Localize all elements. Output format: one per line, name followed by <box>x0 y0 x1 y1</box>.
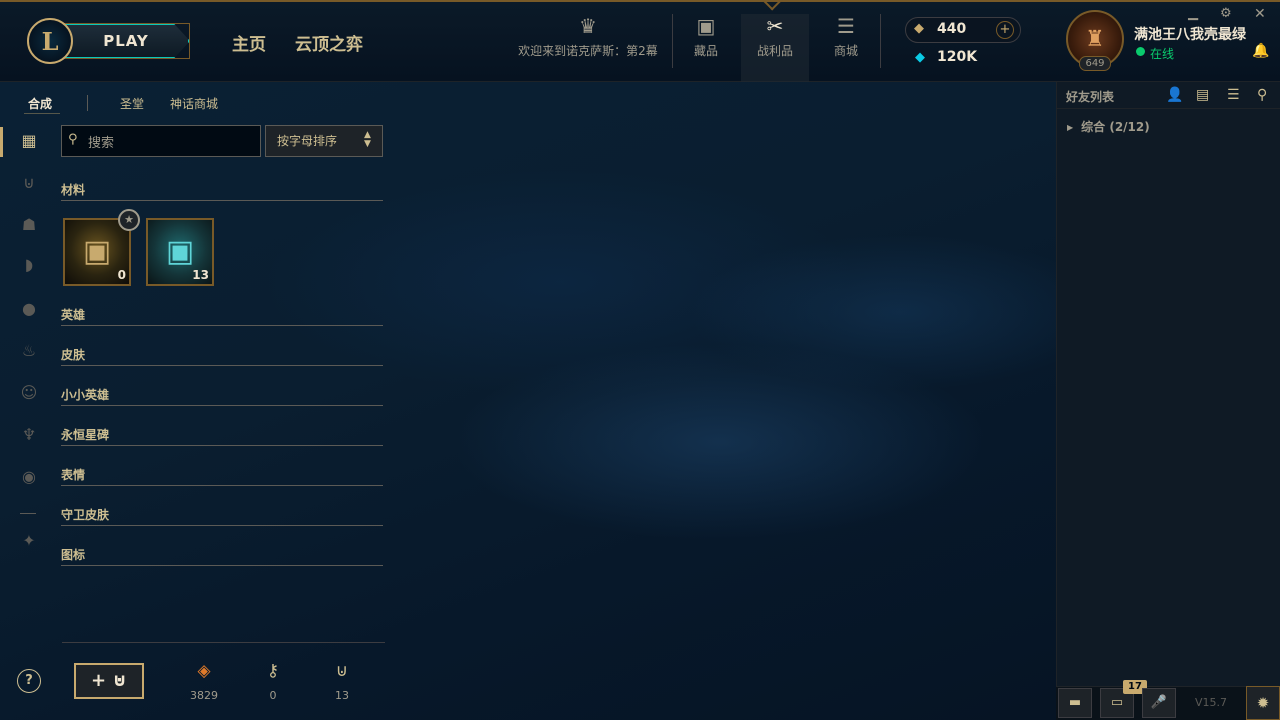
rail-divider <box>20 513 36 514</box>
top-divider <box>880 14 881 68</box>
chests-value: 13 <box>335 689 349 702</box>
section-little-legends[interactable]: 小小英雄 <box>61 386 383 406</box>
open-plus-label: + <box>91 670 107 691</box>
section-skins[interactable]: 皮肤 <box>61 346 383 366</box>
microphone-icon[interactable]: 🎤 <box>1142 688 1176 718</box>
orange-essence-icon: ◈ <box>197 661 211 681</box>
open-chest-button[interactable]: + ⊍ <box>74 663 144 699</box>
online-status-dot <box>1136 47 1145 56</box>
close-icon[interactable]: ✕ <box>1254 6 1266 22</box>
username[interactable]: 满池王八我壳最绿 <box>1134 24 1246 44</box>
notification-bell-icon[interactable]: 🔔 <box>1252 43 1269 59</box>
search-icon[interactable]: ⚲ <box>1257 87 1267 103</box>
blue-essence-icon: ◆ <box>915 50 925 65</box>
collection-bag-icon: ▣ <box>696 14 716 38</box>
status-text[interactable]: 在线 <box>1150 45 1174 62</box>
settings-gear-icon[interactable]: ⚙ <box>1220 6 1232 21</box>
footer-divider <box>62 642 385 643</box>
keys-value: 0 <box>269 689 277 702</box>
ward-skin-icon[interactable]: ♆ <box>16 422 42 448</box>
collection-tab[interactable]: ▣ 藏品 <box>686 14 726 59</box>
loot-tab[interactable]: ✂ 战利品 <box>741 14 809 82</box>
bug-report-icon[interactable]: ✹ <box>1246 686 1280 720</box>
eternals-flame-icon[interactable]: ♨ <box>16 338 42 364</box>
nav-home[interactable]: 主页 <box>232 30 266 55</box>
materials-chest-icon[interactable]: ⊍ <box>16 170 42 196</box>
top-divider <box>672 14 673 68</box>
buy-rp-button[interactable]: + <box>996 21 1014 39</box>
profile-icon-person-icon[interactable]: ◉ <box>16 464 42 490</box>
list-view-icon[interactable]: ☰ <box>1227 87 1240 103</box>
emote-face-icon[interactable]: ☺ <box>16 380 42 406</box>
section-emotes[interactable]: 表情 <box>61 466 383 486</box>
tab-sanctum[interactable]: 圣堂 <box>120 95 144 112</box>
chests-stat: ⊍ 13 <box>322 659 362 702</box>
blue-essence-value: 120K <box>937 49 978 65</box>
chat-icon[interactable]: ▬ <box>1058 688 1092 718</box>
add-folder-icon[interactable]: ▤ <box>1196 87 1209 103</box>
friends-panel <box>1056 82 1280 720</box>
collection-label: 藏品 <box>693 44 718 58</box>
store-coins-icon: ☰ <box>837 14 855 38</box>
tab-crafting[interactable]: 合成 <box>28 95 52 112</box>
store-tab[interactable]: ☰ 商城 <box>826 14 866 59</box>
masterwork-chest-icon: ▣ <box>165 234 195 269</box>
section-materials[interactable]: 材料 <box>61 181 383 201</box>
friends-header-divider <box>1056 108 1280 109</box>
summoner-level-badge: 649 <box>1079 56 1111 71</box>
expand-triangle-icon: ▶ <box>1067 123 1074 132</box>
play-label: PLAY <box>103 32 149 50</box>
friend-group-label: 综合 (2/12) <box>1081 120 1150 134</box>
league-logo-icon[interactable]: L <box>27 18 73 64</box>
orange-essence-value: 3829 <box>190 689 218 702</box>
loot-crafting-icon: ✂ <box>766 14 784 38</box>
sub-tab-divider <box>87 95 88 111</box>
section-champions[interactable]: 英雄 <box>61 306 383 326</box>
friends-title: 好友列表 <box>1066 90 1115 104</box>
friend-group-general[interactable]: ▶ 综合 (2/12) <box>1067 118 1150 135</box>
chest-icon: ⊍ <box>112 670 127 691</box>
skin-mask-icon[interactable]: ◗ <box>16 252 42 278</box>
favorite-star-icon[interactable]: ★ <box>118 209 140 231</box>
sort-label: 按字母排序 <box>277 134 338 148</box>
tab-mythic-shop[interactable]: 神话商城 <box>170 95 218 112</box>
search-icon: ⚲ <box>68 132 78 147</box>
riot-points-value: 440 <box>937 21 967 37</box>
search-placeholder: 搜索 <box>88 136 115 151</box>
event-label: 欢迎来到诺克萨斯：第2幕 <box>518 44 658 58</box>
loot-count: 0 <box>117 268 126 282</box>
orange-essence-stat: ◈ 3829 <box>184 659 224 702</box>
key-icon: ⚷ <box>266 661 280 681</box>
keys-stat: ⚷ 0 <box>253 659 293 702</box>
add-friend-icon[interactable]: 👤 <box>1166 87 1183 103</box>
section-icons[interactable]: 图标 <box>61 546 383 566</box>
all-categories-grid-icon[interactable]: ▦ <box>16 128 42 154</box>
section-eternals[interactable]: 永恒星碑 <box>61 426 383 446</box>
loot-label: 战利品 <box>756 44 793 58</box>
misc-star-icon[interactable]: ✦ <box>16 528 42 554</box>
nav-tft[interactable]: 云顶之弈 <box>295 30 363 55</box>
client-version: V15.7 <box>1195 696 1228 709</box>
active-category-bar <box>0 127 3 157</box>
loot-item-masterwork-chest[interactable]: ▣ 13 <box>146 218 214 286</box>
sort-chevron-icon: ▲ ▼ <box>364 130 371 149</box>
section-ward-skins[interactable]: 守卫皮肤 <box>61 506 383 526</box>
active-sub-tab-underline <box>24 113 60 114</box>
little-legend-egg-icon[interactable]: ● <box>16 296 42 322</box>
event-hub-button[interactable]: ♛ 欢迎来到诺克萨斯：第2幕 <box>510 14 666 59</box>
help-icon[interactable]: ? <box>17 669 41 693</box>
loot-count: 13 <box>192 268 209 282</box>
event-emblem-icon: ♛ <box>579 14 597 38</box>
chest-icon: ⊍ <box>335 661 349 681</box>
minimize-icon[interactable]: ▁ <box>1188 6 1198 21</box>
champion-helmet-icon[interactable]: ☗ <box>16 212 42 238</box>
hextech-chest-icon: ▣ <box>82 234 112 269</box>
riot-points-icon: ◆ <box>914 21 924 36</box>
store-label: 商城 <box>833 44 858 58</box>
